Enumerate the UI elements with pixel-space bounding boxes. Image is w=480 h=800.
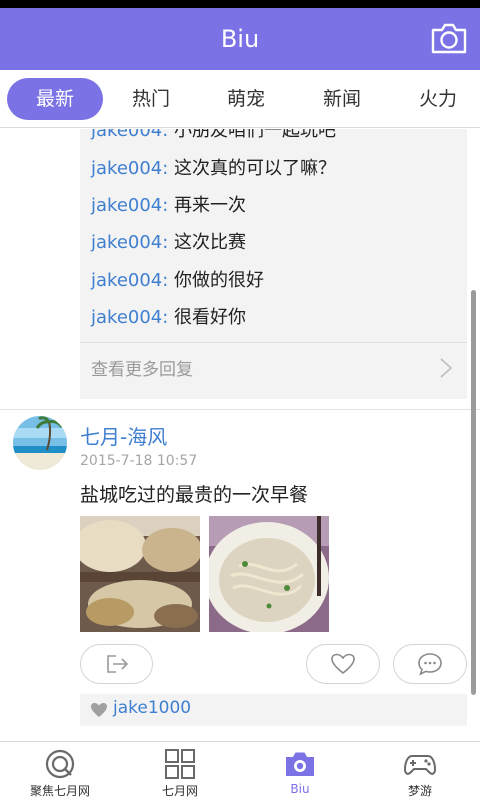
nav-item-biu[interactable]: Biu [240,742,360,800]
bottom-nav: 聚焦七月网 七月网 Biu 梦游 [0,741,480,800]
nav-label: 聚焦七月网 [29,784,90,798]
gamepad-icon [404,755,436,775]
reply-item[interactable]: jake004: 小朋友咱们一起玩吧 [91,129,336,146]
heart-icon [331,653,355,675]
reply-user[interactable]: jake004: [91,195,168,216]
camera-icon[interactable] [430,21,468,55]
dumplings-photo[interactable] [80,516,200,632]
reply-text: 这次比赛 [174,232,247,253]
reply-user[interactable]: jake004: [91,232,168,253]
target-icon [45,749,75,779]
status-bar [0,0,480,8]
nav-item-focus[interactable]: 聚焦七月网 [0,742,120,800]
like-button[interactable] [306,644,380,684]
reply-list: jake004: 小朋友咱们一起玩吧 jake004: 这次真的可以了嘛？ ja… [80,129,467,399]
reply-user[interactable]: jake004: [91,307,168,328]
nav-label: Biu [290,782,310,796]
tab-firepower[interactable]: 火力 [399,78,477,120]
tab-pets[interactable]: 萌宠 [207,78,285,120]
reply-user[interactable]: jake004: [91,158,168,179]
post-timestamp: 2015-7-18 10:57 [80,453,198,469]
divider [0,409,480,410]
nav-item-qiyue[interactable]: 七月网 [120,742,240,800]
post-text: 盐城吃过的最贵的一次早餐 [80,484,309,506]
page-title: Biu [220,25,260,53]
nav-label: 梦游 [407,784,432,798]
chevron-right-icon [440,358,453,378]
reply-text: 再来一次 [174,195,247,216]
scrollbar[interactable] [471,290,476,695]
feed-list[interactable]: jake004: 小朋友咱们一起玩吧 jake004: 这次真的可以了嘛？ ja… [0,129,480,741]
reply-text: 小朋友咱们一起玩吧 [174,129,337,141]
reply-user[interactable]: jake004: [91,270,168,291]
reply-text: 这次真的可以了嘛？ [174,158,337,179]
reply-item[interactable]: jake004: 你做的很好 [91,266,264,296]
liked-user-link[interactable]: jake1000 [113,698,191,718]
post-author[interactable]: 七月-海风 [80,421,167,450]
reply-item[interactable]: jake004: 这次真的可以了嘛？ [91,154,336,184]
reply-text: 很看好你 [174,307,247,328]
more-replies-button[interactable]: 查看更多回复 [80,343,467,393]
avatar[interactable] [13,416,67,470]
nav-label: 七月网 [161,784,198,798]
reply-user[interactable]: jake004: [91,129,168,141]
comment-icon [418,653,442,676]
category-tabs: 最新 热门 萌宠 新闻 火力 [0,70,480,128]
share-button[interactable] [80,644,153,684]
more-replies-label: 查看更多回复 [91,360,193,380]
camera-icon [286,752,314,776]
app-header: Biu [0,8,480,70]
reply-item[interactable]: jake004: 这次比赛 [91,228,246,258]
likes-bar: jake1000 [80,694,467,726]
heart-icon [91,703,107,717]
reply-item[interactable]: jake004: 再来一次 [91,191,246,221]
tab-news[interactable]: 新闻 [303,78,381,120]
reply-text: 你做的很好 [174,270,265,291]
share-icon [106,655,128,673]
nav-item-dream[interactable]: 梦游 [360,742,480,800]
grid-icon [165,749,195,779]
comment-button[interactable] [393,644,467,684]
noodle-soup-photo[interactable] [209,516,329,632]
reply-item[interactable]: jake004: 很看好你 [91,303,246,333]
tab-hot[interactable]: 热门 [112,78,190,120]
tab-latest[interactable]: 最新 [7,78,103,120]
